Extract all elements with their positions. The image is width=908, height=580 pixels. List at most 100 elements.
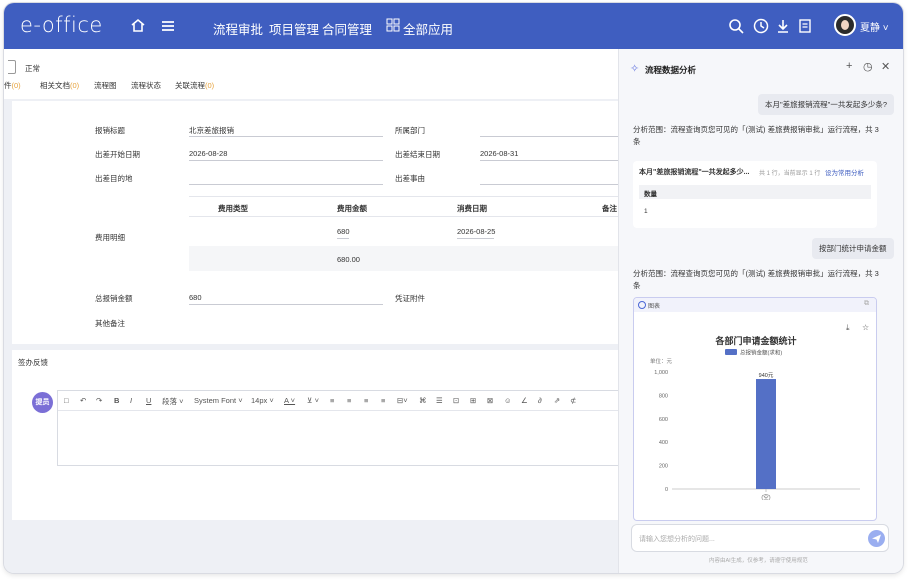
assistant-message: 分析范围：流程查询页您可见的「(测试) 差旅费报销审批」运行流程，共 3 条 [633, 269, 879, 290]
paragraph-select[interactable]: 段落 ˅ [162, 396, 183, 407]
question-input[interactable]: 请输入您想分析的问题... [631, 524, 889, 552]
table-icon[interactable]: ⊟˅ [397, 396, 408, 405]
clock-icon[interactable] [751, 16, 771, 36]
input-placeholder: 请输入您想分析的问题... [639, 536, 715, 543]
editor-toolbar: □ ↶ ↷ B I U 段落 ˅ System Font ˅ 14px ˅ A … [58, 391, 619, 411]
justify-icon[interactable]: ≡ [381, 396, 385, 405]
voucher-label: 凭证附件 [395, 294, 425, 303]
expense-date-cell[interactable]: 2026-08-25 [457, 227, 495, 236]
history-icon[interactable]: ◷ [863, 60, 873, 73]
link-icon[interactable]: ∂ [538, 396, 542, 405]
comment-icon[interactable]: ⌘ [419, 396, 427, 405]
grid-icon[interactable] [386, 18, 400, 32]
top-navigation-bar: e-office 流程审批 项目管理 合同管理 全部应用 夏静 ˅ [4, 3, 903, 49]
feedback-section: 签办反馈 提员 □ ↶ ↷ B I U 段落 ˅ System Font ˅ 1… [12, 350, 619, 520]
nav-project-management[interactable]: 项目管理 [269, 19, 319, 38]
tab-related-docs[interactable]: 相关文档(0) [40, 80, 79, 91]
text-color-icon[interactable]: A ˅ [284, 396, 295, 405]
send-icon [872, 534, 881, 543]
star-icon[interactable]: ☆ [862, 323, 869, 332]
reason-label: 出差事由 [395, 174, 425, 183]
undo-icon[interactable]: ↶ [80, 396, 86, 405]
feedback-editor[interactable]: □ ↶ ↷ B I U 段落 ˅ System Font ˅ 14px ˅ A … [57, 390, 619, 466]
align-center-icon[interactable]: ≡ [347, 396, 351, 405]
fullscreen-icon[interactable]: □ [64, 396, 69, 405]
query-column-header: 数量 [644, 191, 657, 198]
highlight-icon[interactable]: ⊻ ˅ [307, 396, 319, 405]
nav-workflow-approval[interactable]: 流程审批 [213, 19, 263, 38]
y-tick-label: 600 [659, 417, 668, 423]
close-icon[interactable]: ✕ [881, 60, 890, 73]
user-message: 按部门统计申请金额 [812, 238, 894, 259]
copy-icon[interactable]: ⧉ [864, 300, 869, 308]
destination-field[interactable] [189, 184, 383, 185]
sparkle-icon: ✧ [630, 63, 640, 75]
y-tick-label: 400 [659, 440, 668, 446]
send-button[interactable] [868, 530, 885, 547]
status-checkbox[interactable] [8, 60, 16, 74]
total-amount-field[interactable]: 680 [189, 293, 202, 302]
query-result-card: 本月"差旅报销流程"一共发起多少... 共 1 行，当前显示 1 行 设为常用分… [633, 161, 877, 228]
date-underline [457, 238, 494, 239]
query-table-header: 数量 [639, 185, 871, 199]
download-icon[interactable] [773, 16, 793, 36]
bold-icon[interactable]: B [114, 396, 119, 405]
nav-contract-management[interactable]: 合同管理 [322, 19, 372, 38]
dept-field[interactable] [480, 136, 618, 137]
reason-field[interactable] [480, 184, 618, 185]
image-icon[interactable]: ⊞ [470, 396, 476, 405]
search-icon[interactable] [726, 16, 746, 36]
chart-title: 各部门申请金额统计 [714, 335, 796, 346]
app-logo[interactable]: e-office [20, 13, 103, 37]
new-chat-icon[interactable]: + [846, 60, 852, 72]
align-left-icon[interactable]: ≡ [330, 396, 334, 405]
approver-avatar: 提员 [32, 392, 53, 413]
menu-icon[interactable] [158, 16, 178, 36]
list-icon[interactable]: ☰ [436, 396, 443, 405]
italic-icon[interactable]: I [130, 396, 132, 405]
start-date-field[interactable]: 2026-08-28 [189, 149, 227, 158]
user-name[interactable]: 夏静 ˅ [860, 19, 889, 34]
app-window: e-office 流程审批 项目管理 合同管理 全部应用 夏静 ˅ 正常 件(0… [4, 3, 903, 573]
expense-amount-cell[interactable]: 680 [337, 227, 350, 236]
form-header: 正常 件(0) 相关文档(0) 流程图 流程状态 关联流程(0) [4, 49, 618, 99]
table-top-border [189, 196, 618, 197]
tab-attachments[interactable]: 件(0) [4, 80, 21, 91]
share-icon[interactable]: ⇗ [554, 396, 560, 405]
expense-subtotal: 680.00 [337, 255, 360, 264]
user-message: 本月"差旅报销流程"一共发起多少条? [758, 94, 894, 115]
font-select[interactable]: System Font ˅ [194, 396, 243, 405]
redo-icon[interactable]: ↷ [96, 396, 102, 405]
attachment-icon[interactable]: ⊡ [453, 396, 459, 405]
signature-icon[interactable]: ∠ [521, 396, 528, 405]
status-text: 正常 [25, 64, 40, 73]
title-field[interactable]: 北京差旅报销 [189, 125, 234, 136]
col-remarks: 备注 [602, 204, 617, 213]
table-subtotal-row [189, 246, 618, 271]
y-tick-label: 1,000 [654, 370, 668, 376]
panel-title: 流程数据分析 [645, 65, 697, 75]
set-common-analysis-link[interactable]: 设为常用分析 [825, 167, 864, 177]
tab-flow-status[interactable]: 流程状态 [131, 80, 161, 91]
align-right-icon[interactable]: ≡ [364, 396, 368, 405]
document-icon[interactable] [795, 16, 815, 36]
nav-all-apps[interactable]: 全部应用 [403, 19, 453, 38]
clear-format-icon[interactable]: ⊄ [570, 396, 576, 405]
check-circle-icon [638, 301, 646, 309]
expense-detail-label: 费用明细 [95, 233, 125, 242]
user-avatar[interactable] [834, 14, 856, 36]
tab-flowchart[interactable]: 流程图 [94, 80, 117, 91]
y-tick-label: 0 [665, 487, 668, 493]
video-icon[interactable]: ⊠ [487, 396, 493, 405]
emoji-icon[interactable]: ☺ [504, 396, 512, 405]
end-date-field[interactable]: 2026-08-31 [480, 149, 518, 158]
tab-related-flows[interactable]: 关联流程(0) [175, 80, 214, 91]
download-chart-icon[interactable]: ⤓ [846, 323, 850, 332]
legend-label: 总报销金额(求和) [740, 349, 782, 357]
unit-label: 单位：元 [650, 357, 673, 365]
font-size-select[interactable]: 14px ˅ [251, 396, 274, 405]
legend-swatch [725, 349, 737, 355]
chart-bar[interactable] [756, 379, 776, 489]
home-icon[interactable] [128, 16, 148, 36]
underline-icon[interactable]: U [146, 396, 151, 405]
